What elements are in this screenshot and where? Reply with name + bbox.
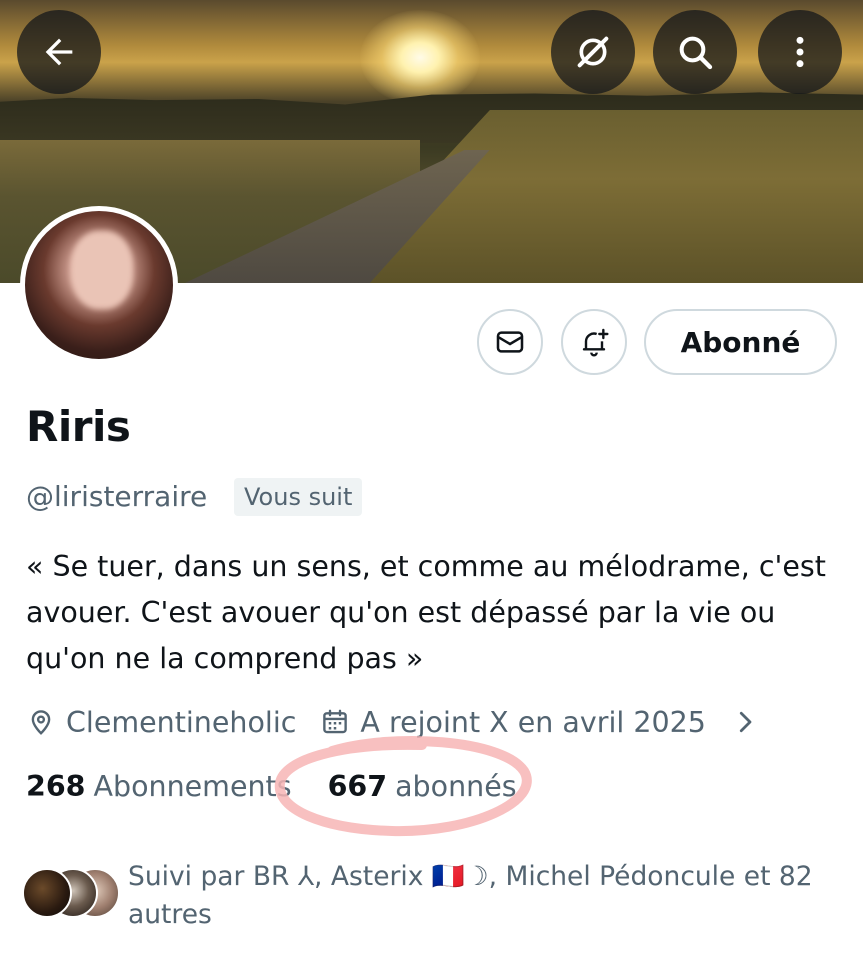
profile-joined-date: A rejoint X en avril 2025 xyxy=(360,705,706,739)
grok-button[interactable] xyxy=(551,10,635,94)
bell-plus-icon xyxy=(582,328,609,357)
back-button[interactable] xyxy=(17,10,101,94)
following-count: 268 xyxy=(26,770,86,803)
profile-bio: « Se tuer, dans un sens, et comme au mél… xyxy=(26,550,826,675)
message-button[interactable] xyxy=(477,309,543,375)
profile-meta: Clementineholic A rejoint X en avril 202… xyxy=(26,700,760,744)
search-icon xyxy=(679,36,713,70)
search-button[interactable] xyxy=(653,10,737,94)
followed-by-avatars[interactable] xyxy=(22,868,122,920)
followers-label: abonnés xyxy=(395,770,517,803)
more-vertical-icon xyxy=(796,36,804,68)
location-pin-icon xyxy=(31,710,51,735)
follower-avatar xyxy=(22,868,72,918)
profile-name: Riris xyxy=(26,402,131,451)
avatar-face xyxy=(71,231,133,309)
avatar[interactable] xyxy=(20,206,178,364)
chevron-right-icon[interactable] xyxy=(730,707,760,737)
followers-count: 667 xyxy=(327,770,388,803)
following-label: Abonnements xyxy=(93,770,292,803)
following-link[interactable]: 268 Abonnements xyxy=(26,770,292,803)
followed-by-text[interactable]: Suivi par BR ⅄, Asterix 🇫🇷☽, Michel Pédo… xyxy=(128,858,828,934)
profile-handle: @liristerraire xyxy=(26,480,208,513)
profile-location: Clementineholic xyxy=(66,705,297,739)
envelope-icon xyxy=(496,331,524,353)
notify-button[interactable] xyxy=(561,309,627,375)
profile-stats: 268 Abonnements 667 abonnés xyxy=(26,770,517,803)
banner-sun xyxy=(360,10,480,105)
more-button[interactable] xyxy=(758,10,842,94)
follows-you-badge: Vous suit xyxy=(234,478,363,516)
followers-link[interactable]: 667 abonnés xyxy=(328,770,517,803)
following-button[interactable]: Abonné xyxy=(644,309,837,375)
calendar-icon xyxy=(323,709,348,734)
arrow-left-icon xyxy=(45,38,73,66)
grok-icon xyxy=(577,36,609,68)
